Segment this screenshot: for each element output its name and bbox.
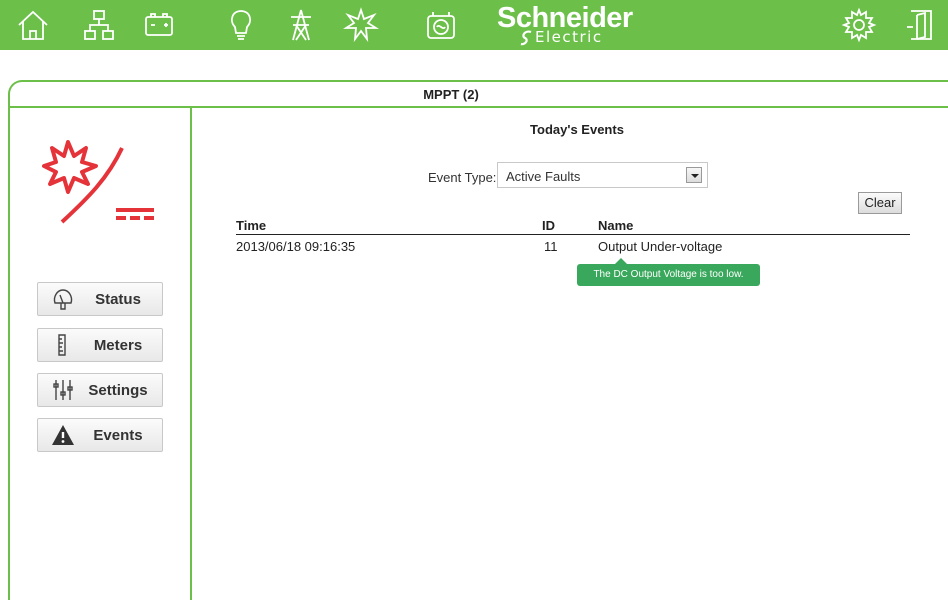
- mppt-solar-charger-icon: [42, 140, 154, 224]
- brand-subtitle: Electric: [535, 28, 603, 46]
- nav-status-label: Status: [95, 290, 141, 308]
- panel-header: MPPT (2): [10, 82, 948, 108]
- nav-status-button[interactable]: Status: [37, 282, 163, 316]
- lightbulb-icon[interactable]: [220, 5, 262, 45]
- exit-door-icon[interactable]: [900, 5, 942, 45]
- event-type-label: Event Type:: [428, 170, 497, 185]
- event-type-value: Active Faults: [506, 169, 581, 184]
- nav-events-label: Events: [93, 426, 143, 444]
- settings-sliders-icon: [48, 376, 78, 404]
- nav-events-button[interactable]: Events: [37, 418, 163, 452]
- sidebar: Status Meters Settings Events: [10, 108, 192, 600]
- event-type-select[interactable]: Active Faults: [497, 162, 708, 188]
- column-header-id: ID: [542, 218, 555, 233]
- warning-triangle-icon: [48, 421, 78, 449]
- home-icon[interactable]: [12, 5, 54, 45]
- event-row-time: 2013/06/18 09:16:35: [236, 239, 356, 254]
- event-row-id: 11: [544, 239, 558, 254]
- nav-meters-button[interactable]: Meters: [37, 328, 163, 362]
- clear-button[interactable]: Clear: [858, 192, 902, 214]
- section-title: Today's Events: [530, 122, 624, 137]
- brand-mark-icon: [520, 30, 532, 46]
- table-header-divider: [236, 234, 910, 235]
- meters-ruler-icon: [48, 331, 78, 359]
- brand-logo: Schneider Electric: [497, 0, 647, 50]
- column-header-name: Name: [598, 218, 634, 233]
- chevron-down-icon[interactable]: [686, 167, 702, 183]
- top-nav-bar: Schneider Electric: [0, 0, 948, 50]
- status-gauge-icon: [48, 285, 78, 313]
- event-tooltip: The DC Output Voltage is too low.: [577, 258, 760, 286]
- settings-gear-icon[interactable]: [838, 5, 880, 45]
- nav-settings-button[interactable]: Settings: [37, 373, 163, 407]
- network-icon[interactable]: [78, 5, 120, 45]
- generator-icon[interactable]: [420, 5, 462, 45]
- nav-meters-label: Meters: [93, 336, 143, 354]
- solar-icon[interactable]: [340, 5, 382, 45]
- event-row-name[interactable]: Output Under-voltage: [598, 239, 722, 254]
- column-header-time: Time: [236, 218, 267, 233]
- nav-settings-label: Settings: [88, 381, 148, 399]
- battery-icon[interactable]: [138, 5, 180, 45]
- panel-title: MPPT (2): [423, 87, 479, 102]
- tower-icon[interactable]: [280, 5, 322, 45]
- main-panel: MPPT (2) Status Meters Settings Events T…: [8, 80, 948, 600]
- events-content: Today's Events Event Type: Active Faults…: [194, 108, 948, 600]
